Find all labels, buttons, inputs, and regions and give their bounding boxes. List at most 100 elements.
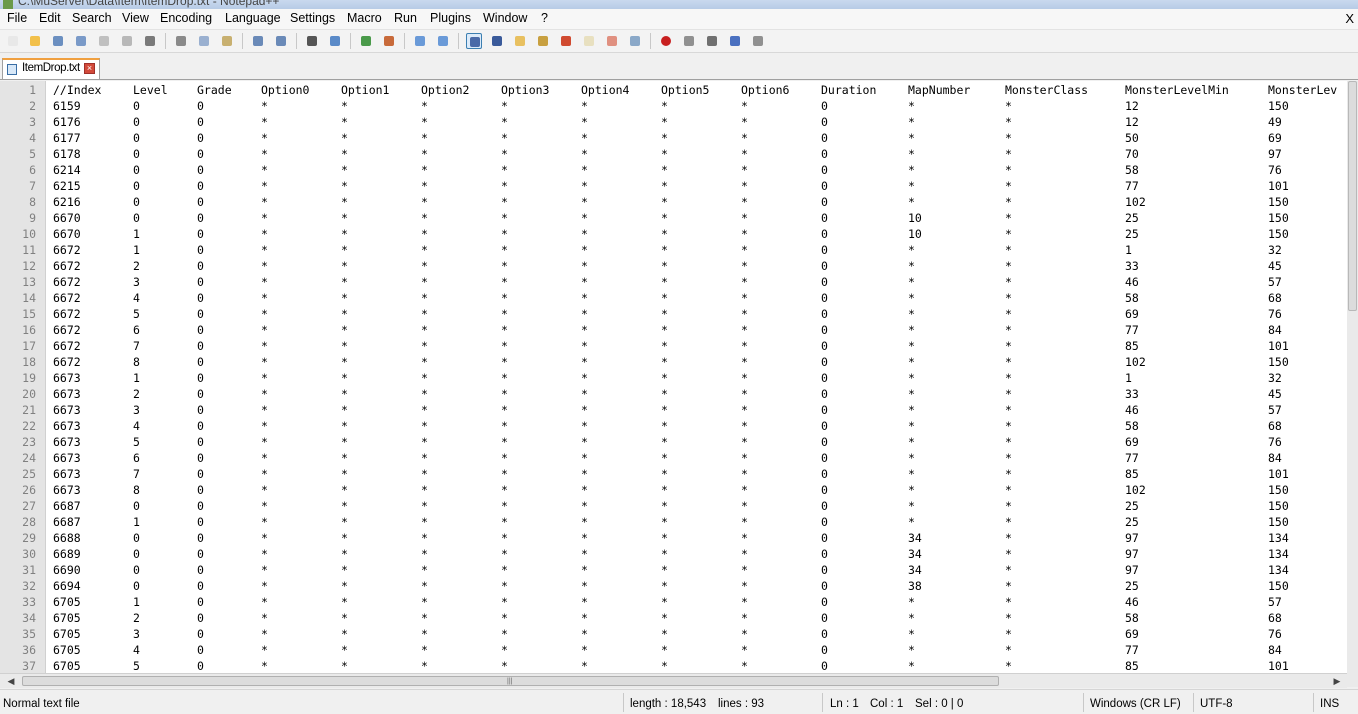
menu-edit[interactable]: Edit [39, 11, 61, 25]
sync-horizontal-icon[interactable] [435, 33, 451, 49]
cell-value: * [661, 243, 668, 257]
text-line[interactable]: 14 6672 4 0 * * * * * * * 0 * * 58 68 [0, 290, 1347, 306]
text-line[interactable]: 2 6159 0 0 * * * * * * * 0 * * 12 150 [0, 98, 1347, 114]
zoom-out-icon[interactable] [381, 33, 397, 49]
close-all-icon[interactable] [119, 33, 135, 49]
text-line[interactable]: 20 6673 2 0 * * * * * * * 0 * * 33 45 [0, 386, 1347, 402]
open-file-icon[interactable] [27, 33, 43, 49]
save-all-icon[interactable] [73, 33, 89, 49]
redo-icon[interactable] [273, 33, 289, 49]
text-line[interactable]: 21 6673 3 0 * * * * * * * 0 * * 46 57 [0, 402, 1347, 418]
scroll-left-icon[interactable]: ◀ [4, 675, 18, 687]
text-line[interactable]: 25 6673 7 0 * * * * * * * 0 * * 85 101 [0, 466, 1347, 482]
menu-plugins[interactable]: Plugins [430, 11, 471, 25]
text-line[interactable]: 30 6689 0 0 * * * * * * * 0 34 * 97 134 [0, 546, 1347, 562]
horizontal-scrollbar[interactable]: ◀ ||| ▶ [0, 673, 1347, 688]
menu-view[interactable]: View [122, 11, 149, 25]
menu-window[interactable]: Window [483, 11, 527, 25]
vertical-scroll-thumb[interactable] [1348, 81, 1357, 311]
text-line[interactable]: 19 6673 1 0 * * * * * * * 0 * * 1 32 [0, 370, 1347, 386]
horizontal-scroll-thumb[interactable]: ||| [22, 676, 999, 686]
tab-close-icon[interactable]: × [84, 63, 95, 74]
menu-encoding[interactable]: Encoding [160, 11, 212, 25]
cut-icon[interactable] [173, 33, 189, 49]
zoom-in-icon[interactable] [358, 33, 374, 49]
replace-icon[interactable] [327, 33, 343, 49]
text-editor[interactable]: 1 //Index Level Grade Option0 Option1 Option2 O… [0, 81, 1347, 673]
text-line[interactable]: 36 6705 4 0 * * * * * * * 0 * * 77 84 [0, 642, 1347, 658]
cell-value: * [1005, 403, 1012, 417]
text-line[interactable]: 9 6670 0 0 * * * * * * * 0 10 * 25 150 [0, 210, 1347, 226]
doc-map-icon[interactable] [558, 33, 574, 49]
text-line[interactable]: 32 6694 0 0 * * * * * * * 0 38 * 25 150 [0, 578, 1347, 594]
close-doc-button[interactable]: X [1345, 11, 1354, 26]
text-line[interactable]: 26 6673 8 0 * * * * * * * 0 * * 102 150 [0, 482, 1347, 498]
menu-settings[interactable]: Settings [290, 11, 335, 25]
text-line[interactable]: 18 6672 8 0 * * * * * * * 0 * * 102 150 [0, 354, 1347, 370]
record-macro-icon[interactable] [658, 33, 674, 49]
menu-search[interactable]: Search [72, 11, 112, 25]
text-line[interactable]: 34 6705 2 0 * * * * * * * 0 * * 58 68 [0, 610, 1347, 626]
text-line[interactable]: 3 6176 0 0 * * * * * * * 0 * * 12 49 [0, 114, 1347, 130]
new-file-icon[interactable] [5, 33, 21, 49]
text-line[interactable]: 16 6672 6 0 * * * * * * * 0 * * 77 84 [0, 322, 1347, 338]
text-line[interactable]: 15 6672 5 0 * * * * * * * 0 * * 69 76 [0, 306, 1347, 322]
text-line[interactable]: 31 6690 0 0 * * * * * * * 0 34 * 97 134 [0, 562, 1347, 578]
show-all-chars-icon[interactable] [489, 33, 505, 49]
text-line[interactable]: 35 6705 3 0 * * * * * * * 0 * * 69 76 [0, 626, 1347, 642]
text-line[interactable]: 37 6705 5 0 * * * * * * * 0 * * 85 101 [0, 658, 1347, 673]
header-line[interactable]: 1 //Index Level Grade Option0 Option1 Option2 O… [0, 82, 1347, 98]
text-line[interactable]: 6 6214 0 0 * * * * * * * 0 * * 58 76 [0, 162, 1347, 178]
vertical-scrollbar[interactable] [1347, 81, 1358, 673]
sync-vertical-icon[interactable] [412, 33, 428, 49]
text-line[interactable]: 11 6672 1 0 * * * * * * * 0 * * 1 32 [0, 242, 1347, 258]
text-line[interactable]: 27 6687 0 0 * * * * * * * 0 * * 25 150 [0, 498, 1347, 514]
cell-value: * [421, 627, 428, 641]
play-macro-icon[interactable] [704, 33, 720, 49]
stop-record-icon[interactable] [681, 33, 697, 49]
paste-icon[interactable] [219, 33, 235, 49]
text-line[interactable]: 7 6215 0 0 * * * * * * * 0 * * 77 101 [0, 178, 1347, 194]
indent-guide-icon[interactable] [512, 33, 528, 49]
folder-workspace-icon[interactable] [604, 33, 620, 49]
cell-value: * [501, 435, 508, 449]
save-icon[interactable] [50, 33, 66, 49]
word-wrap-icon[interactable] [466, 33, 482, 49]
function-list-icon[interactable] [581, 33, 597, 49]
text-line[interactable]: 24 6673 6 0 * * * * * * * 0 * * 77 84 [0, 450, 1347, 466]
text-line[interactable]: 4 6177 0 0 * * * * * * * 0 * * 50 69 [0, 130, 1347, 146]
cell-value: * [501, 483, 508, 497]
copy-icon[interactable] [196, 33, 212, 49]
print-icon[interactable] [142, 33, 158, 49]
cell-value: 1 [133, 227, 140, 241]
menu-run[interactable]: Run [394, 11, 417, 25]
text-line[interactable]: 22 6673 4 0 * * * * * * * 0 * * 58 68 [0, 418, 1347, 434]
tab-itemdrop[interactable]: ItemDrop.txt × [2, 58, 100, 79]
text-line[interactable]: 12 6672 2 0 * * * * * * * 0 * * 33 45 [0, 258, 1347, 274]
text-line[interactable]: 17 6672 7 0 * * * * * * * 0 * * 85 101 [0, 338, 1347, 354]
run-macro-multiple-icon[interactable] [727, 33, 743, 49]
text-line[interactable]: 13 6672 3 0 * * * * * * * 0 * * 46 57 [0, 274, 1347, 290]
cell-value: * [341, 99, 348, 113]
close-icon[interactable] [96, 33, 112, 49]
menu-file[interactable]: File [7, 11, 27, 25]
menu-language[interactable]: Language [225, 11, 281, 25]
text-line[interactable]: 8 6216 0 0 * * * * * * * 0 * * 102 150 [0, 194, 1347, 210]
monitor-icon[interactable] [627, 33, 643, 49]
text-line[interactable]: 5 6178 0 0 * * * * * * * 0 * * 70 97 [0, 146, 1347, 162]
undo-icon[interactable] [250, 33, 266, 49]
menu-help[interactable]: ? [541, 11, 548, 25]
cell-value: * [261, 179, 268, 193]
text-line[interactable]: 10 6670 1 0 * * * * * * * 0 10 * 25 150 [0, 226, 1347, 242]
cell-value: 6214 [53, 163, 81, 177]
folder-workspace-glyph [607, 36, 617, 46]
text-line[interactable]: 33 6705 1 0 * * * * * * * 0 * * 46 57 [0, 594, 1347, 610]
text-line[interactable]: 28 6687 1 0 * * * * * * * 0 * * 25 150 [0, 514, 1347, 530]
save-macro-icon[interactable] [750, 33, 766, 49]
menu-macro[interactable]: Macro [347, 11, 382, 25]
find-icon[interactable] [304, 33, 320, 49]
text-line[interactable]: 23 6673 5 0 * * * * * * * 0 * * 69 76 [0, 434, 1347, 450]
text-line[interactable]: 29 6688 0 0 * * * * * * * 0 34 * 97 134 [0, 530, 1347, 546]
user-lang-icon[interactable] [535, 33, 551, 49]
scroll-right-icon[interactable]: ▶ [1330, 675, 1344, 687]
